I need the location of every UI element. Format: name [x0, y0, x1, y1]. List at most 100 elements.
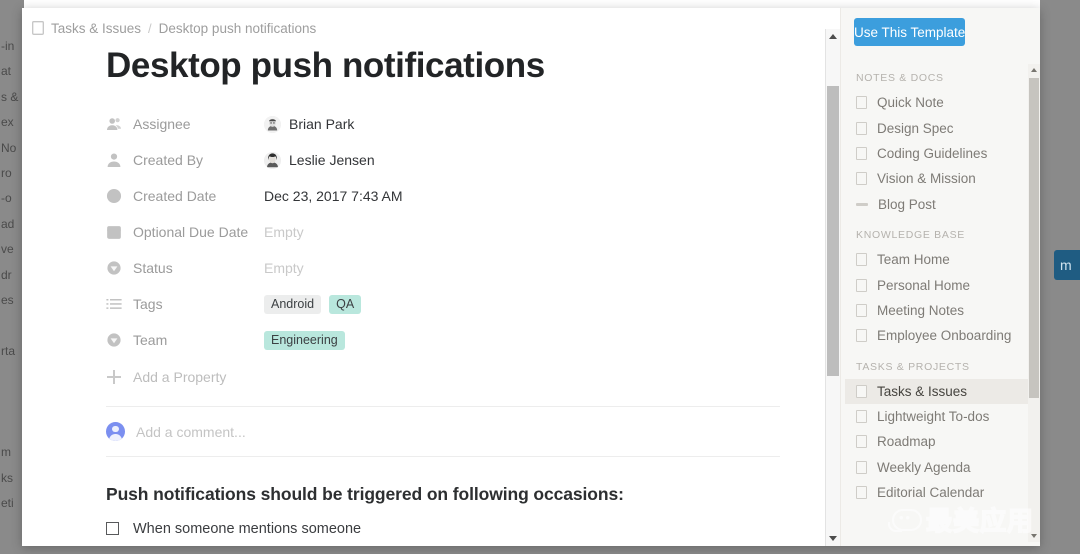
- property-value[interactable]: Dec 23, 2017 7:43 AM: [264, 188, 403, 204]
- document-icon: [856, 96, 867, 110]
- page-title: Desktop push notifications: [106, 46, 545, 85]
- sidebar-item-personal-home[interactable]: Personal Home: [845, 272, 1040, 297]
- template-sidebar: Use This Template NOTES & DOCS Quick Note…: [840, 8, 1040, 546]
- backdrop-text-fragment: ad: [1, 216, 15, 231]
- sidebar-item-design-spec[interactable]: Design Spec: [845, 115, 1040, 140]
- sidebar-item-weekly-agenda[interactable]: Weekly Agenda: [845, 455, 1040, 480]
- sidebar-item-coding-guidelines[interactable]: Coding Guidelines: [845, 141, 1040, 166]
- scroll-down-arrow-icon[interactable]: [826, 531, 840, 546]
- sidebar-item-employee-onboarding[interactable]: Employee Onboarding: [845, 323, 1040, 348]
- document-icon: [856, 486, 867, 500]
- sidebar-scroll-down-arrow-icon[interactable]: [1030, 530, 1038, 542]
- document-icon: [856, 278, 867, 292]
- document-icon: [856, 410, 867, 424]
- comment-composer[interactable]: Add a comment...: [106, 406, 780, 458]
- sidebar-scroll-up-arrow-icon[interactable]: [1030, 64, 1038, 76]
- sidebar-item-label: Roadmap: [877, 434, 936, 450]
- sidebar-item-label: Meeting Notes: [877, 302, 965, 318]
- backdrop-text-fragment: [1, 389, 24, 414]
- property-key[interactable]: Tags: [106, 296, 264, 312]
- property-row: Status Empty: [106, 250, 780, 286]
- property-value-text: Leslie Jensen: [289, 152, 375, 169]
- backdrop-text-fragment: -in: [1, 39, 15, 53]
- property-value[interactable]: Android QA: [264, 294, 362, 314]
- sidebar-item-label: Editorial Calendar: [877, 485, 985, 501]
- sidebar-item-label: Weekly Agenda: [877, 459, 971, 475]
- sidebar-item-meeting-notes[interactable]: Meeting Notes: [845, 298, 1040, 323]
- add-property-button[interactable]: Add a Property: [106, 360, 780, 394]
- comment-placeholder: Add a comment...: [136, 423, 246, 440]
- backdrop-left-text-strip: -in at s & ex No ro -o ad ve dr es rta m ks eti: [0, 0, 24, 554]
- tag-chip[interactable]: QA: [329, 294, 362, 314]
- todo-item[interactable]: When someone mentions someone: [106, 513, 780, 544]
- backdrop-text-fragment: ve: [1, 242, 14, 257]
- scroll-up-arrow-icon[interactable]: [826, 29, 840, 44]
- backdrop-text-fragment: [1, 313, 24, 338]
- sidebar-item-vision-mission[interactable]: Vision & Mission: [845, 166, 1040, 191]
- person-icon: [107, 153, 121, 168]
- property-value[interactable]: Engineering: [264, 330, 345, 350]
- property-value[interactable]: Empty: [264, 224, 304, 240]
- sidebar-item-label: Coding Guidelines: [877, 145, 988, 161]
- sidebar-item-label: Quick Note: [877, 95, 944, 111]
- todo-label: When someone mentions someone: [133, 520, 362, 537]
- clock-icon: [106, 189, 122, 204]
- breadcrumb-parent[interactable]: Tasks & Issues: [51, 21, 141, 36]
- property-row: Optional Due Date Empty: [106, 214, 780, 250]
- property-label: Assignee: [133, 116, 191, 133]
- property-value-text: Brian Park: [289, 116, 355, 133]
- tag-chip[interactable]: Android: [264, 294, 322, 314]
- tag-chip[interactable]: Engineering: [264, 330, 345, 350]
- checkbox-icon[interactable]: [106, 522, 119, 536]
- backdrop-text-fragment: ro: [1, 165, 12, 180]
- content-heading: Push notifications should be triggered o…: [106, 484, 624, 505]
- property-label: Created Date: [133, 188, 217, 205]
- use-this-template-button[interactable]: Use This Template: [854, 18, 966, 46]
- document-icon: [856, 121, 867, 135]
- property-key[interactable]: Created By: [106, 152, 264, 168]
- breadcrumb-separator: /: [148, 20, 152, 36]
- people-icon: [107, 118, 121, 131]
- sidebar-item-tasks-issues[interactable]: Tasks & Issues: [845, 378, 1040, 404]
- property-key[interactable]: Team: [106, 332, 264, 348]
- template-preview-modal: Tasks & Issues / Desktop push notificati…: [22, 8, 1040, 546]
- sidebar-item-quick-note[interactable]: Quick Note: [845, 90, 1040, 115]
- sidebar-item-blog-post[interactable]: Blog Post: [845, 192, 1040, 217]
- add-property-label: Add a Property: [133, 369, 227, 386]
- property-value[interactable]: Leslie Jensen: [264, 151, 375, 169]
- property-key[interactable]: Created Date: [106, 188, 264, 204]
- backdrop-hidden-button: m: [1054, 250, 1080, 280]
- todo-list: When someone mentions someoneWhen the co…: [106, 513, 780, 546]
- document-body: Desktop push notifications Assignee Brian…: [22, 40, 840, 546]
- plus-icon: [106, 369, 122, 385]
- document-icon: [856, 253, 867, 267]
- document-icon: [856, 384, 867, 398]
- document-icon: [856, 460, 867, 474]
- property-row: Created Date Dec 23, 2017 7:43 AM: [106, 178, 780, 214]
- sidebar-item-editorial-calendar[interactable]: Editorial Calendar: [845, 480, 1040, 505]
- sidebar-item-team-home[interactable]: Team Home: [845, 247, 1040, 272]
- document-icon: [856, 329, 867, 343]
- sidebar-scrollbar[interactable]: [1028, 64, 1040, 542]
- sidebar-item-label: Design Spec: [877, 120, 954, 136]
- document-scrollbar[interactable]: [825, 29, 840, 546]
- sidebar-item-label: Team Home: [877, 252, 950, 268]
- backdrop-text-fragment: m: [1, 445, 11, 460]
- property-key[interactable]: Status: [106, 260, 264, 276]
- avatar: [264, 115, 281, 133]
- document-icon: [856, 435, 867, 449]
- property-value[interactable]: Brian Park: [264, 115, 355, 133]
- property-label: Created By: [133, 152, 204, 169]
- shield-icon: [107, 261, 121, 275]
- property-key[interactable]: Assignee: [106, 116, 264, 132]
- sidebar-item-label: Employee Onboarding: [877, 328, 1012, 344]
- sidebar-section-title: TASKS & PROJECTS: [856, 360, 970, 373]
- sidebar-scrollbar-thumb[interactable]: [1029, 78, 1039, 398]
- pen-icon: [856, 198, 868, 210]
- property-key[interactable]: Optional Due Date: [106, 224, 264, 240]
- scrollbar-thumb[interactable]: [827, 86, 839, 376]
- sidebar-item-lightweight-to-dos[interactable]: Lightweight To-dos: [845, 404, 1040, 429]
- sidebar-item-roadmap[interactable]: Roadmap: [845, 429, 1040, 454]
- property-value[interactable]: Empty: [264, 260, 304, 276]
- backdrop-text-fragment: dr: [1, 267, 12, 282]
